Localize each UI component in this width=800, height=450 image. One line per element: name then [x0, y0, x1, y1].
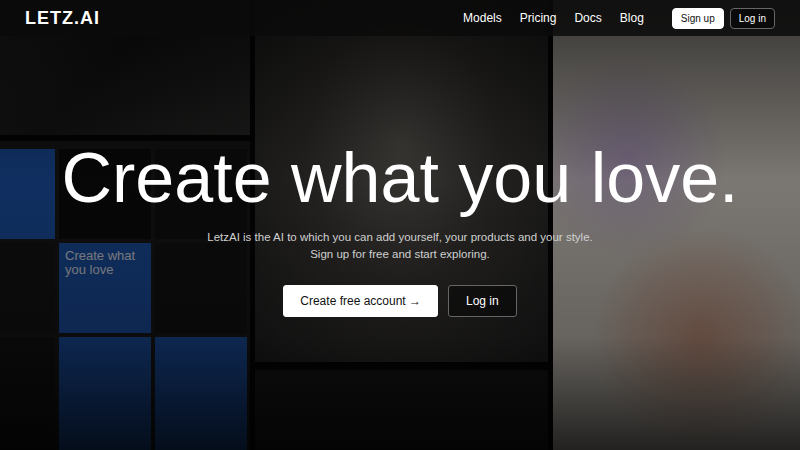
nav-link[interactable]: Models — [463, 11, 502, 25]
landing-page: Create what you loveLETZ.AIModelsPricing… — [0, 0, 800, 450]
dark-overlay — [0, 0, 800, 450]
nav-buttons: Sign up Log in — [672, 8, 775, 29]
page-content: LETZ.AI Models Pricing Docs Blog Sign up Log i… — [0, 0, 800, 450]
top-nav: LETZ.AI Models Pricing Docs Blog Sign up Log i… — [0, 0, 800, 36]
nav-link[interactable]: Pricing — [520, 11, 557, 25]
nav-button[interactable]: Sign up — [672, 8, 724, 29]
hero-subtitle: LetzAI is the AI to which you can add yo… — [207, 229, 592, 263]
hero: Create what you love. LetzAI is the AI to… — [0, 36, 800, 317]
nav-button[interactable]: Log in — [730, 8, 775, 29]
hero-buttons: Create free account → Log in — [283, 285, 516, 317]
nav-link[interactable]: Blog — [620, 11, 644, 25]
subtitle-line: Sign up for free and start exploring. — [207, 246, 592, 263]
hero-button[interactable]: Create free account → — [283, 285, 438, 317]
subtitle-line: LetzAI is the AI to which you can add yo… — [207, 229, 592, 246]
hero-title: Create what you love. — [61, 140, 738, 217]
nav-link[interactable]: Docs — [574, 11, 601, 25]
logo[interactable]: LETZ.AI — [25, 8, 100, 29]
nav-links: Models Pricing Docs Blog — [463, 11, 644, 25]
hero-button[interactable]: Log in — [448, 285, 517, 317]
